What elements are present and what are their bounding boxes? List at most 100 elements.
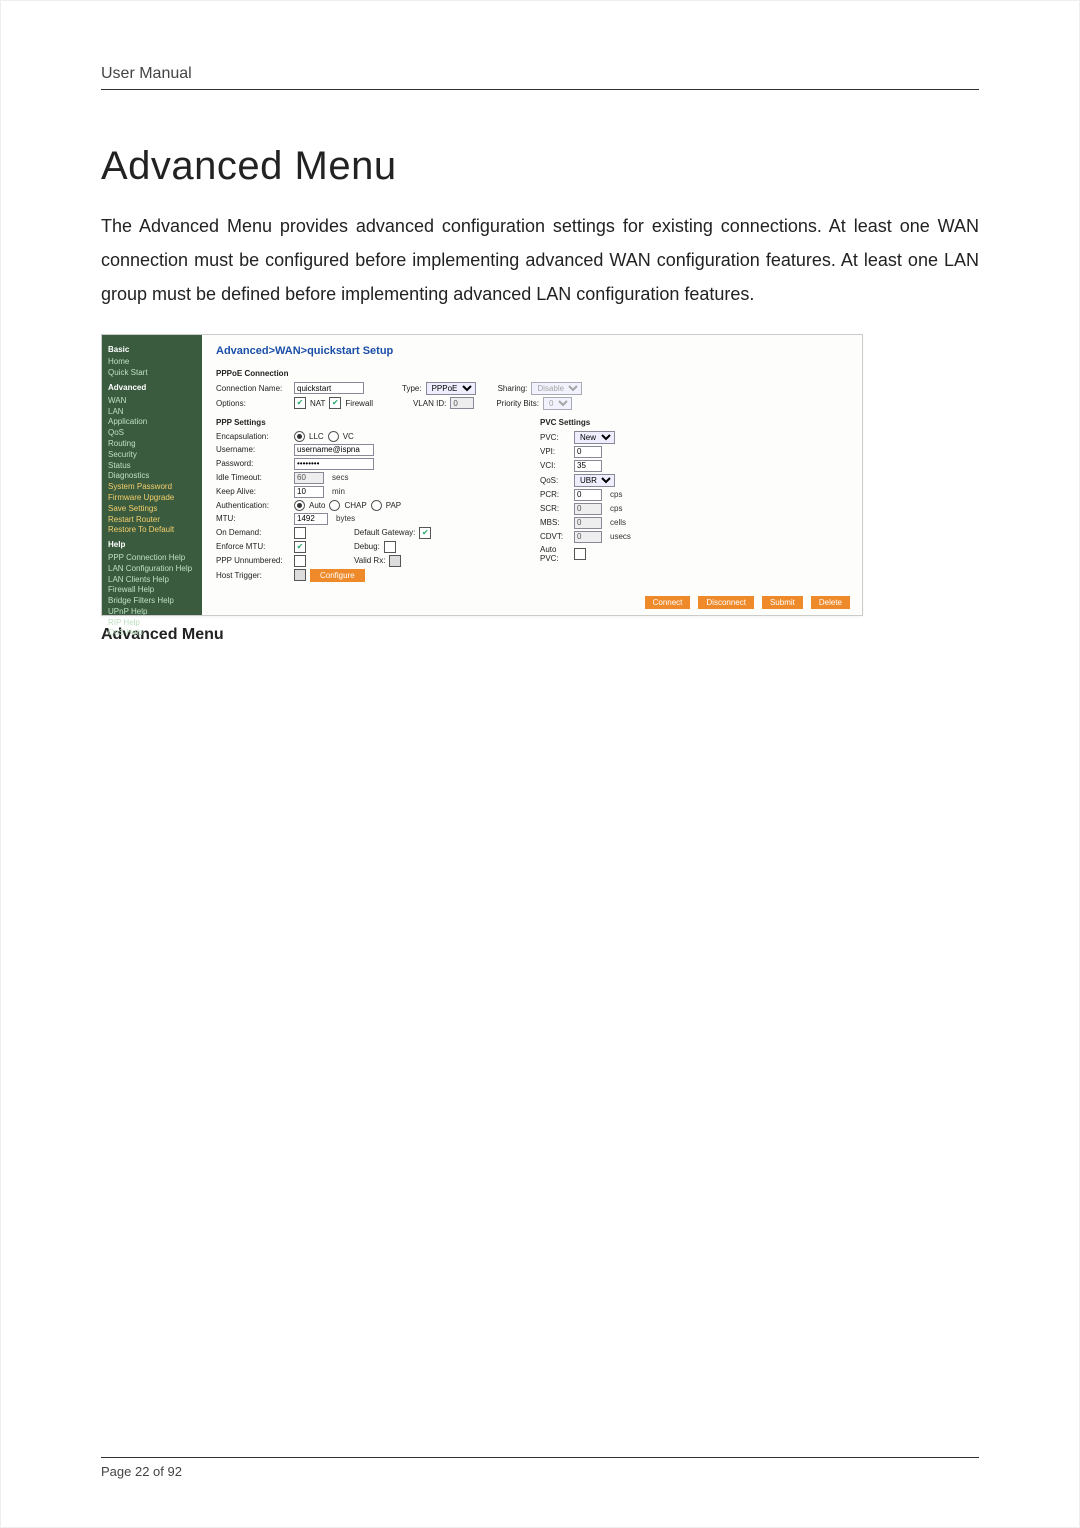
vlan-label: VLAN ID: — [413, 399, 446, 408]
debug-checkbox[interactable] — [384, 541, 396, 553]
help-item-lanconfig[interactable]: LAN Configuration Help — [108, 564, 208, 575]
auth-label: Authentication: — [216, 501, 290, 510]
footer-rule — [101, 1457, 979, 1458]
default-gateway-checkbox[interactable] — [419, 527, 431, 539]
help-group: Help — [108, 540, 208, 551]
idle-unit: secs — [332, 473, 348, 482]
mtu-input[interactable] — [294, 513, 328, 525]
keep-label: Keep Alive: — [216, 487, 290, 496]
encap-label: Encapsulation: — [216, 432, 290, 441]
qos-select[interactable]: UBR — [574, 474, 615, 487]
sidebar-item-security[interactable]: Security — [108, 450, 208, 461]
disconnect-button[interactable]: Disconnect — [698, 596, 754, 609]
enforce-mtu-checkbox[interactable] — [294, 541, 306, 553]
help-item-qos[interactable]: QoS Help — [108, 628, 208, 639]
intro-paragraph: The Advanced Menu provides advanced conf… — [101, 209, 979, 312]
cdvt-label: CDVT: — [540, 532, 570, 541]
pvc-section-title: PVC Settings — [540, 418, 700, 427]
encap-vc-label: VC — [343, 432, 354, 441]
keep-input[interactable] — [294, 486, 324, 498]
autopvc-label: Auto PVC: — [540, 545, 570, 563]
help-item-lanclients[interactable]: LAN Clients Help — [108, 575, 208, 586]
options-label: Options: — [216, 399, 290, 408]
priority-select: 0 — [543, 397, 572, 410]
sidebar-item-status[interactable]: Status — [108, 461, 208, 472]
sharing-label: Sharing: — [498, 384, 528, 393]
autopvc-checkbox[interactable] — [574, 548, 586, 560]
default-gateway-label: Default Gateway: — [354, 528, 415, 537]
doc-header: User Manual — [101, 65, 979, 83]
enforce-mtu-label: Enforce MTU: — [216, 542, 290, 551]
sidebar-item-routing[interactable]: Routing — [108, 439, 208, 450]
type-select[interactable]: PPPoE — [426, 382, 476, 395]
ppp-section-title: PPP Settings — [216, 418, 516, 427]
sidebar-item-wan[interactable]: WAN — [108, 396, 208, 407]
vci-input[interactable] — [574, 460, 602, 472]
sidebar-item-system-password[interactable]: System Password — [108, 482, 208, 493]
breadcrumb: Advanced>WAN>quickstart Setup — [216, 345, 852, 357]
idle-input — [294, 472, 324, 484]
sidebar-item-firmware-upgrade[interactable]: Firmware Upgrade — [108, 493, 208, 504]
sharing-select[interactable]: Disable — [531, 382, 582, 395]
ppp-unnum-checkbox[interactable] — [294, 555, 306, 567]
sidebar-item-diagnostics[interactable]: Diagnostics — [108, 471, 208, 482]
pvc-select[interactable]: New — [574, 431, 615, 444]
ppp-unnum-label: PPP Unnumbered: — [216, 556, 290, 565]
pcr-label: PCR: — [540, 490, 570, 499]
vlan-input — [450, 397, 474, 409]
firewall-checkbox[interactable] — [329, 397, 341, 409]
cdvt-unit: usecs — [610, 532, 631, 541]
sidebar-item-restart-router[interactable]: Restart Router — [108, 515, 208, 526]
help-item-bridge[interactable]: Bridge Filters Help — [108, 596, 208, 607]
scr-input — [574, 503, 602, 515]
pcr-input[interactable] — [574, 489, 602, 501]
encap-llc-radio[interactable] — [294, 431, 305, 442]
submit-button[interactable]: Submit — [762, 596, 803, 609]
sidebar-item-application[interactable]: Application — [108, 417, 208, 428]
header-rule — [101, 89, 979, 90]
auth-chap-label: CHAP — [344, 501, 366, 510]
pvc-label: PVC: — [540, 433, 570, 442]
type-label: Type: — [402, 384, 422, 393]
validrx-label: Valid Rx: — [354, 556, 385, 565]
encap-vc-radio[interactable] — [328, 431, 339, 442]
configure-button[interactable]: Configure — [310, 569, 365, 582]
auth-auto-radio[interactable] — [294, 500, 305, 511]
debug-label: Debug: — [354, 542, 380, 551]
help-item-rip[interactable]: RIP Help — [108, 618, 208, 629]
nat-checkbox[interactable] — [294, 397, 306, 409]
auth-pap-radio[interactable] — [371, 500, 382, 511]
help-item-ppp[interactable]: PPP Connection Help — [108, 553, 208, 564]
router-screenshot: Basic Home Quick Start Advanced WAN LAN … — [101, 334, 863, 616]
scr-unit: cps — [610, 504, 622, 513]
auth-pap-label: PAP — [386, 501, 401, 510]
help-item-upnp[interactable]: UPnP Help — [108, 607, 208, 618]
nat-label: NAT — [310, 399, 325, 408]
host-trigger-label: Host Trigger: — [216, 571, 290, 580]
sidebar-item-home[interactable]: Home — [108, 357, 208, 368]
keep-unit: min — [332, 487, 345, 496]
help-item-firewall[interactable]: Firewall Help — [108, 585, 208, 596]
delete-button[interactable]: Delete — [811, 596, 850, 609]
password-input[interactable] — [294, 458, 374, 470]
mbs-label: MBS: — [540, 518, 570, 527]
sidebar-item-save-settings[interactable]: Save Settings — [108, 504, 208, 515]
username-input[interactable] — [294, 444, 374, 456]
auth-chap-radio[interactable] — [329, 500, 340, 511]
ondemand-checkbox[interactable] — [294, 527, 306, 539]
sidebar-item-quickstart[interactable]: Quick Start — [108, 368, 208, 379]
vpi-input[interactable] — [574, 446, 602, 458]
sidebar-item-lan[interactable]: LAN — [108, 407, 208, 418]
nav-sidebar: Basic Home Quick Start Advanced WAN LAN … — [102, 335, 214, 615]
page-number: Page 22 of 92 — [101, 1464, 979, 1479]
mtu-label: MTU: — [216, 514, 290, 523]
advanced-group: Advanced — [108, 383, 208, 394]
pppoe-section-title: PPPoE Connection — [216, 369, 852, 378]
content-panel: Advanced>WAN>quickstart Setup PPPoE Conn… — [202, 335, 862, 615]
connect-button[interactable]: Connect — [645, 596, 691, 609]
sidebar-item-restore-default[interactable]: Restore To Default — [108, 525, 208, 536]
ondemand-label: On Demand: — [216, 528, 290, 537]
connection-name-input[interactable] — [294, 382, 364, 394]
sidebar-item-qos[interactable]: QoS — [108, 428, 208, 439]
scr-label: SCR: — [540, 504, 570, 513]
